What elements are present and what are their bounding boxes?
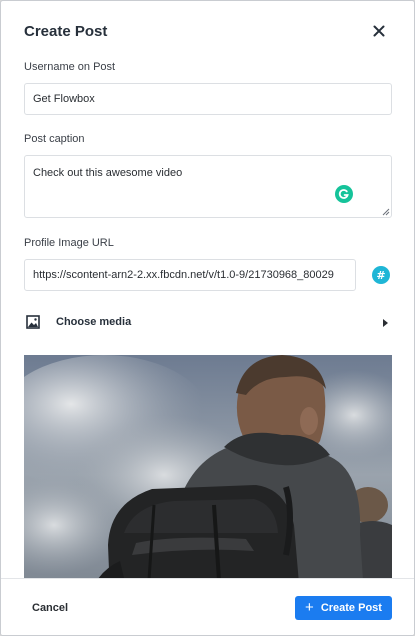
close-button[interactable]: [371, 23, 387, 39]
caption-label: Post caption: [24, 133, 85, 145]
modal-header: Create Post: [1, 1, 414, 61]
username-value: Get Flowbox: [33, 93, 95, 105]
media-preview: [24, 355, 392, 578]
choose-media-label: Choose media: [56, 316, 132, 328]
create-post-label: Create Post: [320, 602, 382, 614]
modal-title: Create Post: [24, 23, 108, 40]
video-thumbnail: [24, 355, 392, 578]
close-icon: [373, 25, 385, 37]
image-icon: [26, 315, 40, 329]
choose-media-toggle[interactable]: Choose media: [24, 311, 392, 335]
profile-url-input[interactable]: https://scontent-arn2-2.xx.fbcdn.net/v/t…: [24, 259, 356, 291]
modal-body[interactable]: Username on Post Get Flowbox Post captio…: [1, 61, 414, 578]
resize-handle-icon[interactable]: [382, 208, 390, 216]
username-label: Username on Post: [24, 61, 116, 73]
username-input[interactable]: Get Flowbox: [24, 83, 392, 115]
create-post-button[interactable]: + Create Post: [295, 596, 392, 620]
profile-url-label: Profile Image URL: [24, 237, 114, 249]
grammarly-icon[interactable]: [335, 185, 353, 203]
create-post-modal: Create Post Username on Post Get Flowbox…: [0, 0, 415, 636]
modal-footer: Cancel + Create Post: [1, 578, 414, 635]
hashtag-glyph: #: [376, 268, 386, 282]
chevron-right-icon: [383, 319, 388, 327]
caption-value: Check out this awesome video: [33, 167, 183, 179]
hashtag-icon[interactable]: #: [372, 266, 390, 284]
cancel-button[interactable]: Cancel: [32, 602, 68, 614]
profile-url-value: https://scontent-arn2-2.xx.fbcdn.net/v/t…: [33, 269, 334, 281]
plus-icon: +: [305, 599, 314, 616]
